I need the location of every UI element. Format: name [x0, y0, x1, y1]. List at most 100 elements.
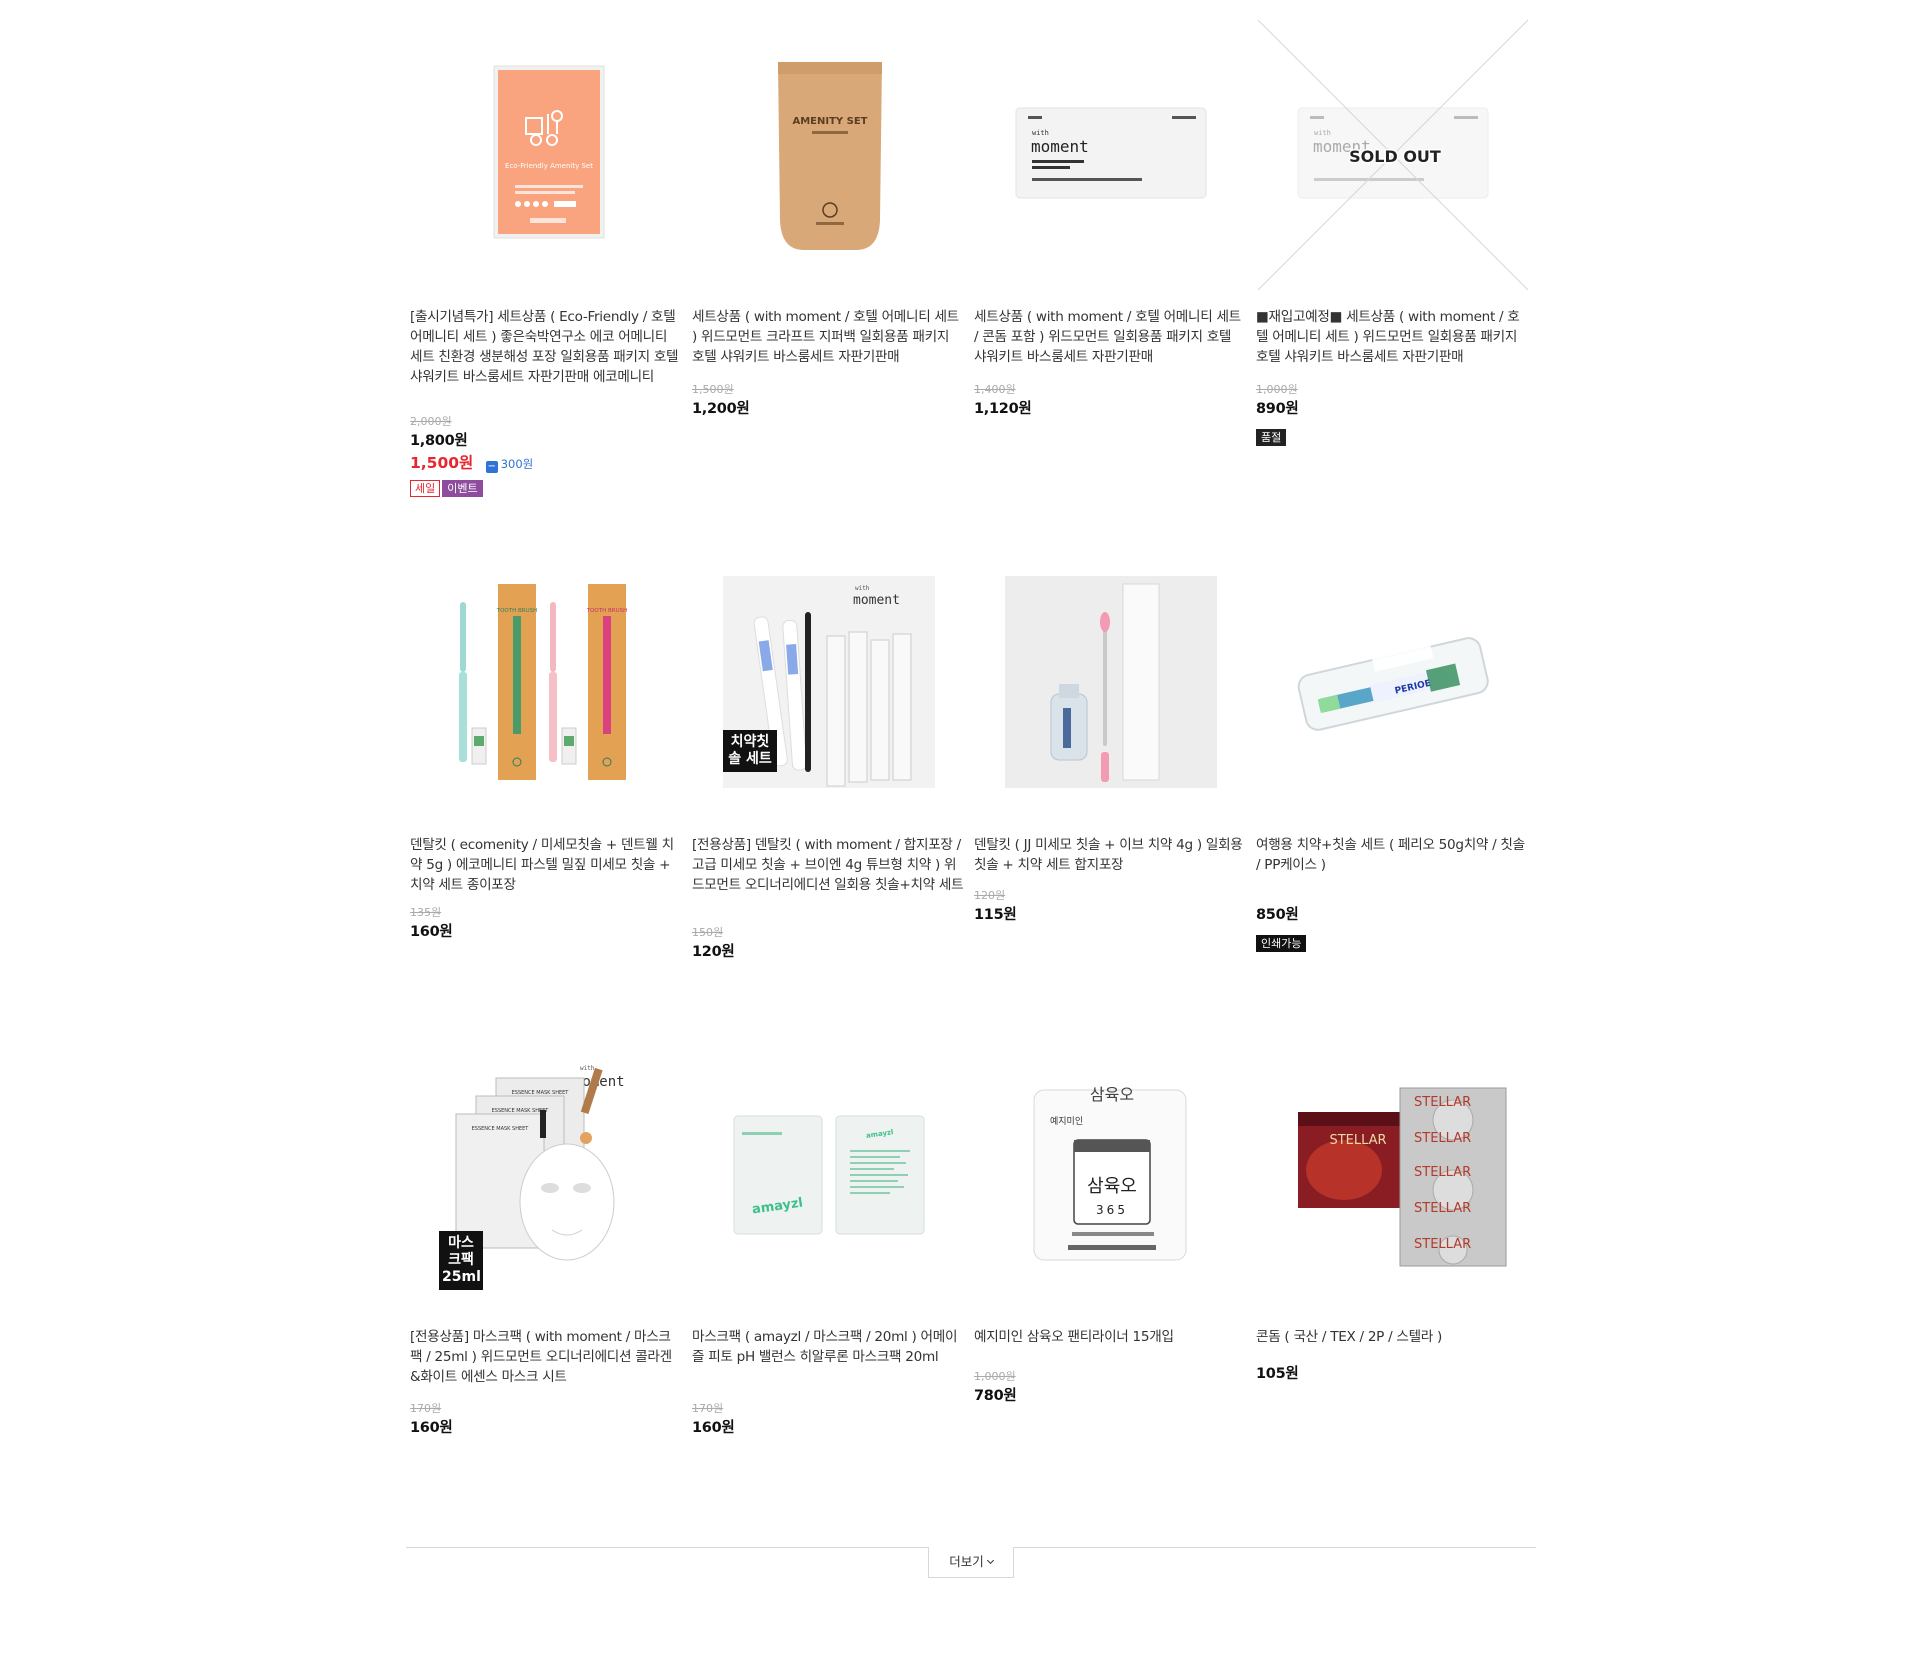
- product-card[interactable]: with moment ESSENCE MASK SHEET ESSENCE M…: [410, 1040, 682, 1436]
- product-image[interactable]: with moment: [976, 20, 1246, 290]
- product-name[interactable]: 콘돔 ( 국산 / TEX / 2P / 스텔라 ): [1256, 1327, 1528, 1347]
- with-moment-pouch-image: with moment: [1015, 107, 1207, 199]
- product-image[interactable]: 삼육오 예지미인 삼육오 365: [976, 1040, 1246, 1310]
- stellar-wrap-logo: STELLAR: [1414, 1131, 1471, 1146]
- liner-number: 365: [1096, 1203, 1128, 1217]
- soldout-pouch-image: with moment SOLD OUT: [1258, 20, 1528, 290]
- coupon-icon: −: [485, 460, 498, 473]
- original-price: 170원: [410, 1402, 442, 1415]
- product-name[interactable]: 세트상품 ( with moment / 호텔 어메니티 세트 ) 위드모먼트 …: [692, 307, 964, 367]
- original-price: 2,000원: [410, 415, 452, 428]
- product-card[interactable]: with moment 세트상품 ( with moment / 호텔 어메니티…: [974, 20, 1246, 417]
- product-image[interactable]: with moment ESSENCE MASK SHEET ESSENCE M…: [412, 1040, 682, 1310]
- price-block: 2,000원 1,800원 1,500원 −300원 세일 이벤트: [410, 413, 680, 497]
- with-text: with: [1032, 129, 1049, 137]
- product-name[interactable]: 예지미인 삼육오 팬티라이너 15개입: [974, 1327, 1246, 1347]
- product-name[interactable]: 마스크팩 ( amayzl / 마스크팩 / 20ml ) 어메이즐 피토 pH…: [692, 1327, 964, 1367]
- jj-dental-kit-image: [1050, 583, 1160, 782]
- product-name[interactable]: [전용상품] 덴탈킷 ( with moment / 합지포장 / 고급 미세모…: [692, 835, 964, 895]
- price: 1,120원: [974, 401, 1032, 417]
- product-image[interactable]: Eco-Friendly Amenity Set: [412, 20, 682, 290]
- product-card[interactable]: Eco-Friendly Amenity Set [출시기념특가] 세트상품 (…: [410, 20, 682, 497]
- product-card[interactable]: STELLAR STELLAR STELLAR STELLAR STELLAR STEL…: [1256, 1040, 1528, 1382]
- price: 105원: [1256, 1366, 1299, 1382]
- price: 160원: [410, 1420, 453, 1436]
- price: 115원: [974, 907, 1017, 923]
- box-text: TOOTH BRUSH: [586, 608, 628, 614]
- sale-price-row: 1,500원 −300원: [410, 452, 680, 474]
- divider-line: [406, 1547, 928, 1548]
- price: 120원: [692, 944, 735, 960]
- original-price: 150원: [692, 926, 724, 939]
- moment-text: moment: [853, 593, 900, 608]
- kraft-zipper-bag-image: AMENITY SET: [778, 62, 882, 250]
- coupon-amount: 300원: [500, 456, 534, 471]
- amayzl-mask-image: amayzl amayzl: [733, 1115, 925, 1235]
- price-block: 1,500원 1,200원: [692, 381, 962, 420]
- product-name[interactable]: 덴탈킷 ( JJ 미세모 칫솔 + 이브 치약 4g ) 일회용 칫솔 + 치약…: [974, 835, 1246, 875]
- product-card[interactable]: TOOTH BRUSH TOOTH BRUSH 덴탈킷 ( ecomenity …: [410, 548, 682, 940]
- travel-dental-case-image: PERIOE: [1297, 637, 1489, 731]
- printable-badge: 인쇄가능: [1256, 935, 1307, 952]
- price-block: 1,000원 780원: [974, 1368, 1244, 1407]
- original-price: 135원: [410, 906, 442, 919]
- dental-kit-tag: 치약칫솔 세트: [723, 730, 777, 772]
- event-badge: 이벤트: [442, 480, 483, 497]
- pastel-toothbrush-kit-image: TOOTH BRUSH TOOTH BRUSH: [459, 584, 628, 780]
- eco-pouch-title: Eco-Friendly Amenity Set: [505, 162, 593, 170]
- price: 780원: [974, 1388, 1017, 1404]
- soldout-badge: 품절: [1256, 429, 1287, 446]
- liner-title-top: 삼육오: [1090, 1085, 1134, 1104]
- chevron-down-icon: [986, 1556, 994, 1565]
- product-image[interactable]: with moment 치약칫솔 세트: [694, 548, 964, 818]
- product-card[interactable]: PERIOE 여행용 치약+칫솔 세트 ( 페리오 50g치약 / 칫솔 / P…: [1256, 548, 1528, 952]
- product-card[interactable]: amayzl amayzl 마스크팩 ( amayzl / 마스크팩 / 20m…: [692, 1040, 964, 1436]
- liner-brand: 예지미인: [1050, 1116, 1083, 1127]
- product-name[interactable]: [전용상품] 마스크팩 ( with moment / 마스크팩 / 25ml …: [410, 1327, 682, 1387]
- with-text: with: [1314, 129, 1331, 137]
- liner-product-name: 삼육오: [1087, 1176, 1137, 1197]
- stellar-wrap-logo: STELLAR: [1414, 1165, 1471, 1180]
- product-image[interactable]: AMENITY SET: [694, 20, 964, 290]
- sale-badge: 세일: [410, 480, 441, 497]
- product-card[interactable]: AMENITY SET 세트상품 ( with moment / 호텔 어메니티…: [692, 20, 964, 417]
- mask-sheet-label: ESSENCE MASK SHEET: [512, 1090, 570, 1096]
- product-name[interactable]: [출시기념특가] 세트상품 ( Eco-Friendly / 호텔 어메니티 세…: [410, 307, 682, 387]
- price-block: 105원: [1256, 1363, 1526, 1385]
- product-name[interactable]: 덴탈킷 ( ecomenity / 미세모칫솔 + 덴트웰 치약 5g ) 에코…: [410, 835, 682, 895]
- eco-amenity-pouch-image: Eco-Friendly Amenity Set: [493, 65, 605, 239]
- moment-text: moment: [1031, 137, 1089, 156]
- stellar-wrap-logo: STELLAR: [1414, 1095, 1471, 1110]
- box-text: TOOTH BRUSH: [496, 608, 538, 614]
- product-card[interactable]: 덴탈킷 ( JJ 미세모 칫솔 + 이브 치약 4g ) 일회용 칫솔 + 치약…: [974, 548, 1246, 923]
- price: 890원: [1256, 401, 1299, 417]
- load-more-label: 더보기: [949, 1554, 984, 1569]
- product-image[interactable]: with moment SOLD OUT: [1258, 20, 1528, 290]
- original-price: 1,400원: [974, 383, 1016, 396]
- product-image[interactable]: STELLAR STELLAR STELLAR STELLAR STELLAR STEL…: [1258, 1040, 1528, 1310]
- mask-pack-tag: 마스크팩 25ml: [439, 1231, 483, 1290]
- product-image[interactable]: TOOTH BRUSH TOOTH BRUSH: [412, 548, 682, 818]
- product-name[interactable]: 여행용 치약+칫솔 세트 ( 페리오 50g치약 / 칫솔 / PP케이스 ): [1256, 835, 1528, 875]
- divider-line: [1014, 1547, 1536, 1548]
- badge-list: 인쇄가능: [1256, 932, 1526, 952]
- stellar-wrap-logo: STELLAR: [1414, 1237, 1471, 1252]
- product-card[interactable]: with moment SOLD OUT ■재입고예정■ 세트상품 ( with…: [1256, 20, 1528, 446]
- price: 850원: [1256, 907, 1299, 923]
- product-image[interactable]: amayzl amayzl: [694, 1040, 964, 1310]
- coupon-discount[interactable]: −300원: [485, 453, 534, 475]
- price-block: 1,400원 1,120원: [974, 381, 1244, 420]
- product-image[interactable]: PERIOE: [1258, 548, 1528, 818]
- price: 160원: [692, 1420, 735, 1436]
- product-card[interactable]: 삼육오 예지미인 삼육오 365 예지미인 삼육오 팬티라이너 15개입 1,0…: [974, 1040, 1246, 1404]
- kraft-bag-label: AMENITY SET: [792, 116, 867, 127]
- product-name[interactable]: 세트상품 ( with moment / 호텔 어메니티 세트 / 콘돔 포함 …: [974, 307, 1246, 367]
- price-block: 150원 120원: [692, 924, 962, 963]
- load-more-button[interactable]: 더보기: [928, 1547, 1014, 1578]
- price-block: 850원 인쇄가능: [1256, 904, 1526, 952]
- product-card[interactable]: with moment 치약칫솔 세트 [전용상품] 덴탈킷 ( with mo…: [692, 548, 964, 960]
- product-image[interactable]: [976, 548, 1246, 818]
- original-price: 120원: [974, 889, 1006, 902]
- price-block: 135원 160원: [410, 904, 680, 943]
- product-name[interactable]: ■재입고예정■ 세트상품 ( with moment / 호텔 어메니티 세트 …: [1256, 307, 1528, 367]
